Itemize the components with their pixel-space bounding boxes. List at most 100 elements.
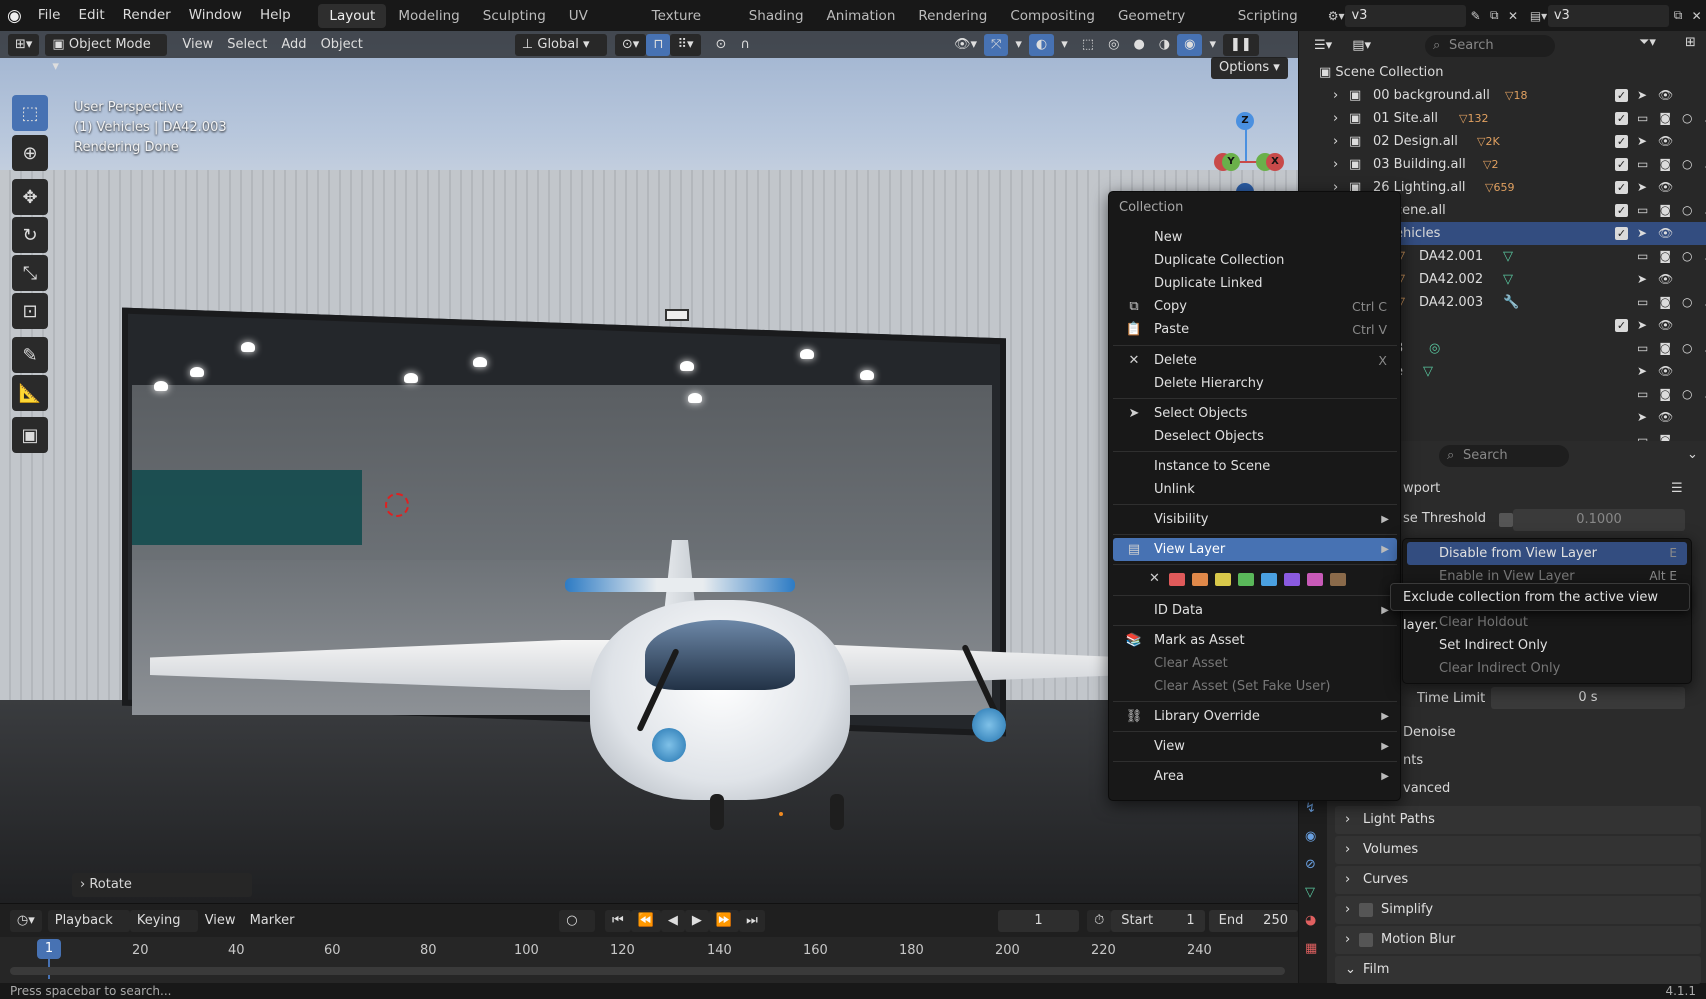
exclude-checkbox[interactable]: ✓ bbox=[1615, 227, 1628, 240]
properties-search-input[interactable]: ⌕ Search bbox=[1439, 445, 1569, 467]
menu-window[interactable]: Window bbox=[180, 0, 251, 31]
chevron-right-icon[interactable]: › bbox=[1333, 84, 1338, 107]
tab-geometry-nodes[interactable]: Geometry Nodes bbox=[1107, 4, 1226, 48]
new-view-layer-icon[interactable]: ⧉ bbox=[1669, 5, 1688, 27]
submenu-item-disable-from-view-layer[interactable]: Disable from View Layer E bbox=[1407, 542, 1687, 565]
time-limit-field[interactable]: 0 s bbox=[1491, 687, 1685, 709]
stopwatch-icon[interactable]: ⏱ bbox=[1087, 909, 1112, 932]
rendered-shading-icon[interactable]: ◉ bbox=[1177, 33, 1203, 56]
exclude-checkbox[interactable]: ✓ bbox=[1615, 89, 1628, 102]
color-tag-green[interactable] bbox=[1238, 573, 1254, 586]
material-tab-icon[interactable]: ◕ bbox=[1305, 913, 1316, 928]
exclude-checkbox[interactable]: ✓ bbox=[1615, 204, 1628, 217]
shading-menu-icon[interactable]: ▾ bbox=[1202, 34, 1223, 56]
wireframe-shading-icon[interactable]: ◎ bbox=[1101, 34, 1126, 56]
tab-texture-paint[interactable]: Texture Paint bbox=[641, 4, 737, 48]
panel-curves[interactable]: › Curves bbox=[1335, 866, 1701, 894]
menu-item-delete[interactable]: ✕ Delete X bbox=[1113, 349, 1397, 372]
mesh-data-icon[interactable]: ▽ bbox=[1503, 245, 1513, 268]
menu-edit[interactable]: Edit bbox=[69, 0, 113, 31]
annotate-tool-icon[interactable]: ✎ bbox=[12, 337, 48, 373]
menu-select[interactable]: Select bbox=[220, 34, 274, 56]
view-layer-name-field[interactable]: v3 bbox=[1547, 4, 1669, 27]
options-button[interactable]: Options ▾ bbox=[1211, 57, 1288, 79]
scene-name-field[interactable]: v3 bbox=[1345, 4, 1467, 27]
panel-volumes[interactable]: › Volumes bbox=[1335, 836, 1701, 864]
mode-selector[interactable]: ▣ Object Mode ▾ bbox=[45, 33, 168, 74]
color-tag-blue[interactable] bbox=[1261, 573, 1277, 586]
snap-target-icon[interactable]: ⠿▾ bbox=[670, 33, 701, 56]
gizmo-menu-icon[interactable]: ▾ bbox=[1008, 34, 1029, 56]
current-frame-field[interactable]: 1 bbox=[997, 909, 1080, 932]
menu-item-mark-as-asset[interactable]: 📚 Mark as Asset bbox=[1113, 629, 1397, 652]
timeline-area[interactable]: 1 20 40 60 80 100 120 140 160 180 200 22… bbox=[0, 937, 1298, 983]
panel-motion-blur[interactable]: › Motion Blur bbox=[1335, 926, 1701, 954]
tab-rendering[interactable]: Rendering bbox=[907, 4, 998, 28]
menu-view[interactable]: View bbox=[175, 34, 220, 56]
solid-shading-icon[interactable]: ● bbox=[1126, 34, 1151, 56]
mesh-data-icon[interactable]: ▽ bbox=[1503, 268, 1513, 291]
menu-item-instance-to-scene[interactable]: Instance to Scene bbox=[1113, 455, 1397, 478]
view-layer-selector-icon[interactable]: ▤▾ bbox=[1529, 5, 1548, 27]
display-mode-icon[interactable]: ▤▾ bbox=[1345, 35, 1378, 57]
pin-scene-icon[interactable]: ✎ bbox=[1466, 5, 1485, 27]
simplify-checkbox[interactable] bbox=[1359, 903, 1373, 917]
marker-menu[interactable]: Marker bbox=[243, 910, 302, 932]
chevron-right-icon[interactable]: › bbox=[1333, 153, 1338, 176]
physics-tab-icon[interactable]: ↯ bbox=[1305, 801, 1316, 816]
timeline-view-menu[interactable]: View bbox=[198, 910, 243, 932]
playhead[interactable]: 1 bbox=[37, 939, 61, 959]
tab-uv-editing[interactable]: UV Editing bbox=[558, 4, 640, 48]
menu-item-library-override[interactable]: ⛓ Library Override ▶ bbox=[1113, 705, 1397, 728]
menu-item-duplicate-collection[interactable]: Duplicate Collection bbox=[1113, 249, 1397, 272]
timeline-editor-type-icon[interactable]: ◷▾ bbox=[9, 909, 42, 932]
cursor-tool-icon[interactable]: ⊕ bbox=[12, 135, 48, 171]
tab-modeling[interactable]: Modeling bbox=[387, 4, 470, 28]
gizmo-x-icon[interactable]: X bbox=[1266, 153, 1284, 171]
color-tag-yellow[interactable] bbox=[1215, 573, 1231, 586]
pivot-point-icon[interactable]: ⊙▾ bbox=[614, 33, 647, 56]
color-tag-violet[interactable] bbox=[1284, 573, 1300, 586]
gizmo-toggle-icon[interactable]: ⤧ bbox=[983, 33, 1009, 56]
chevron-down-icon[interactable]: ⌄ bbox=[1687, 447, 1698, 462]
menu-item-delete-hierarchy[interactable]: Delete Hierarchy bbox=[1113, 372, 1397, 395]
noise-threshold-field[interactable]: 0.1000 bbox=[1513, 509, 1685, 531]
exclude-checkbox[interactable]: ✓ bbox=[1615, 135, 1628, 148]
overlay-menu-icon[interactable]: ▾ bbox=[1054, 34, 1075, 56]
menu-item-id-data[interactable]: ID Data ▶ bbox=[1113, 599, 1397, 622]
measure-tool-icon[interactable]: 📐 bbox=[12, 375, 48, 411]
new-collection-icon[interactable]: ⊞ bbox=[1685, 35, 1696, 50]
color-tag-pink[interactable] bbox=[1307, 573, 1323, 586]
mesh-data-icon[interactable]: ▽ bbox=[1423, 360, 1433, 383]
menu-item-paste[interactable]: 📋 Paste Ctrl V bbox=[1113, 318, 1397, 341]
snap-toggle-icon[interactable]: ⊓ bbox=[646, 33, 671, 56]
jump-keyframe-back-icon[interactable]: ⏪ bbox=[630, 909, 661, 932]
move-tool-icon[interactable]: ✥ bbox=[12, 179, 48, 215]
constraints-tab-icon[interactable]: ◉ bbox=[1305, 829, 1316, 844]
overlay-toggle-icon[interactable]: ◐ bbox=[1028, 33, 1055, 56]
texture-tab-icon[interactable]: ▦ bbox=[1305, 941, 1317, 956]
color-tag-brown[interactable] bbox=[1330, 573, 1346, 586]
tab-compositing[interactable]: Compositing bbox=[999, 4, 1106, 28]
panel-film[interactable]: ⌄ Film bbox=[1335, 956, 1701, 984]
tab-animation[interactable]: Animation bbox=[816, 4, 907, 28]
blender-logo-icon[interactable]: ◉ bbox=[0, 0, 29, 31]
scale-tool-icon[interactable]: ⤡ bbox=[12, 255, 48, 291]
transform-tool-icon[interactable]: ⊡ bbox=[12, 293, 48, 329]
end-frame-field[interactable]: End 250 bbox=[1208, 909, 1298, 932]
menu-item-unlink[interactable]: Unlink bbox=[1113, 478, 1397, 501]
menu-add[interactable]: Add bbox=[274, 34, 313, 56]
outliner-editor-type-icon[interactable]: ☰▾ bbox=[1307, 35, 1340, 57]
list-icon[interactable]: ☰ bbox=[1671, 481, 1683, 496]
last-operator-panel[interactable]: › Rotate bbox=[72, 873, 252, 897]
menu-item-view[interactable]: View ▶ bbox=[1113, 735, 1397, 758]
transform-orientation-selector[interactable]: ⊥ Global ▾ bbox=[514, 33, 607, 56]
proportional-falloff-icon[interactable]: ∩ bbox=[733, 34, 757, 56]
play-icon[interactable]: ▶ bbox=[684, 909, 709, 932]
playback-menu[interactable]: Playback ▾ bbox=[47, 909, 130, 950]
tab-scripting[interactable]: Scripting bbox=[1227, 4, 1309, 28]
jump-keyframe-forward-icon[interactable]: ⏩ bbox=[708, 909, 740, 932]
auto-keying-icon[interactable]: ○ ▾ bbox=[559, 909, 596, 950]
gizmo-y-icon[interactable]: Y bbox=[1222, 153, 1240, 171]
outliner-scene-collection[interactable]: ▣ Scene Collection bbox=[1299, 61, 1706, 84]
